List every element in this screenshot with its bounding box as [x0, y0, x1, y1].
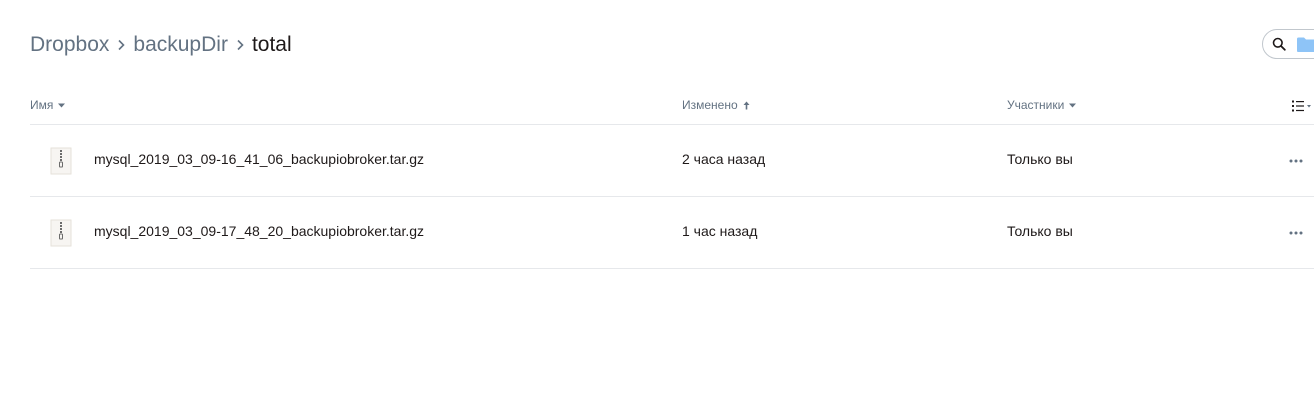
- more-actions-button[interactable]: [1282, 149, 1310, 173]
- list-view-icon[interactable]: [1291, 99, 1311, 113]
- column-header-modified[interactable]: Изменено: [682, 98, 750, 112]
- column-header-label: Имя: [30, 98, 54, 112]
- file-members: Только вы: [1007, 151, 1073, 167]
- chevron-right-icon: [114, 31, 128, 59]
- breadcrumb-item-dropbox[interactable]: Dropbox: [30, 31, 109, 59]
- caret-down-icon: [1069, 103, 1077, 107]
- file-browser-page: Dropbox backupDir total Имя Изменено Уча: [0, 0, 1314, 420]
- column-header-label: Участники: [1007, 98, 1065, 112]
- zip-archive-icon: [50, 147, 72, 175]
- column-header-label: Изменено: [682, 98, 738, 112]
- column-header-name[interactable]: Имя: [30, 98, 66, 112]
- caret-down-icon: [58, 103, 66, 107]
- file-members: Только вы: [1007, 223, 1073, 239]
- column-header-members[interactable]: Участники: [1007, 98, 1077, 112]
- breadcrumb-item-backupdir[interactable]: backupDir: [133, 31, 228, 59]
- file-name-link[interactable]: mysql_2019_03_09-16_41_06_backupiobroker…: [94, 151, 424, 167]
- chevron-right-icon: [233, 31, 247, 59]
- zip-archive-icon: [50, 219, 72, 247]
- more-horizontal-icon: [1289, 159, 1303, 163]
- file-modified: 1 час назад: [682, 223, 758, 239]
- folder-icon: [1297, 37, 1314, 52]
- table-row[interactable]: mysql_2019_03_09-16_41_06_backupiobroker…: [30, 125, 1314, 197]
- search-input[interactable]: [1262, 29, 1314, 59]
- table-row[interactable]: mysql_2019_03_09-17_48_20_backupiobroker…: [30, 197, 1314, 269]
- page-title: total: [251, 33, 292, 56]
- arrow-up-icon: [743, 101, 750, 109]
- more-actions-button[interactable]: [1282, 221, 1310, 245]
- table-header: Имя Изменено Участники: [30, 94, 1314, 125]
- more-horizontal-icon: [1289, 231, 1303, 235]
- file-name-link[interactable]: mysql_2019_03_09-17_48_20_backupiobroker…: [94, 223, 424, 239]
- breadcrumb: Dropbox backupDir total: [30, 31, 292, 59]
- file-modified: 2 часа назад: [682, 151, 766, 167]
- search-icon: [1272, 37, 1286, 51]
